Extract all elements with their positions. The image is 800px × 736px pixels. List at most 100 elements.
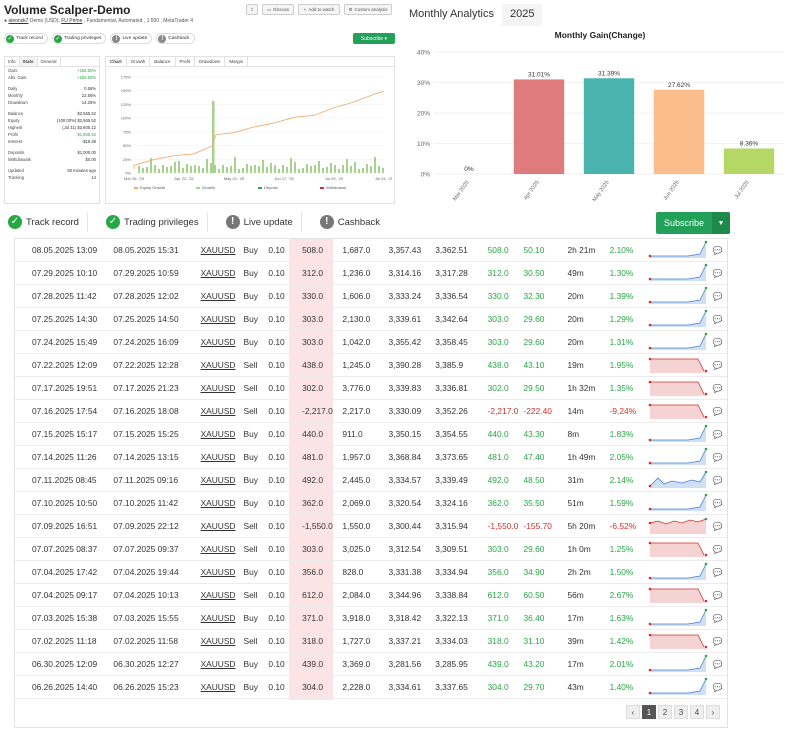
comment-icon[interactable]: 💬 [708, 261, 727, 286]
add-to-watch-button[interactable]: + Add to watch [298, 4, 340, 15]
author-link[interactable]: aleonsk7 [8, 18, 28, 24]
tab-growth[interactable]: Growth [127, 57, 151, 66]
comment-icon[interactable]: 💬 [708, 491, 727, 516]
symbol-link[interactable]: XAUUSD [200, 422, 244, 447]
table-cell: 30.50 [519, 261, 568, 286]
badge-cashback[interactable]: ! Cashback [156, 33, 195, 44]
chevron-down-icon[interactable]: ▼ [712, 212, 730, 234]
table-row[interactable]: 07.22.2025 12:09 07.22.2025 12:28 XAUUSD Se… [15, 353, 727, 378]
symbol-link[interactable]: XAUUSD [200, 353, 244, 378]
table-row[interactable]: 07.24.2025 15:49 07.24.2025 16:09 XAUUSD Bu… [15, 330, 727, 355]
tab-profit[interactable]: Profit [176, 57, 196, 66]
symbol-link[interactable]: XAUUSD [200, 376, 244, 401]
table-row[interactable]: 08.05.2025 13:09 08.05.2025 15:31 XAUUSD Bu… [15, 239, 727, 263]
discuss-button[interactable]: ▭ Discuss [262, 4, 294, 15]
comment-icon[interactable]: 💬 [708, 468, 727, 493]
symbol-link[interactable]: XAUUSD [200, 514, 244, 539]
badge-live-update[interactable]: ! Live update [110, 33, 153, 44]
comment-icon[interactable]: 💬 [708, 606, 727, 631]
next-page-button[interactable]: › [706, 705, 720, 719]
tab-stats[interactable]: Stats [19, 57, 38, 66]
table-row[interactable]: 07.09.2025 16:51 07.09.2025 22:12 XAUUSD Se… [15, 514, 727, 539]
tab-chart[interactable]: Chart [106, 57, 127, 66]
symbol-link[interactable]: XAUUSD [200, 330, 244, 355]
broker-link[interactable]: FU Prime [61, 18, 82, 24]
page-4-button[interactable]: 4 [690, 705, 704, 719]
tab-monthly-analytics[interactable]: Monthly Analytics [401, 4, 502, 26]
tab-drawdown[interactable]: Drawdown [195, 57, 226, 66]
comment-icon[interactable]: 💬 [708, 445, 727, 470]
table-row[interactable]: 07.28.2025 11:42 07.28.2025 12:02 XAUUSD Bu… [15, 284, 727, 309]
table-row[interactable]: 07.04.2025 17:42 07.04.2025 19:44 XAUUSD Bu… [15, 560, 727, 585]
table-row[interactable]: 07.03.2025 15:38 07.03.2025 15:55 XAUUSD Bu… [15, 606, 727, 631]
comment-icon[interactable]: 💬 [708, 560, 727, 585]
symbol-link[interactable]: XAUUSD [200, 399, 244, 424]
page-1-button[interactable]: 1 [642, 705, 656, 719]
comment-icon[interactable]: 💬 [708, 330, 727, 355]
tab-general[interactable]: General [38, 57, 61, 66]
comment-icon[interactable]: 💬 [708, 376, 727, 401]
symbol-link[interactable]: XAUUSD [200, 583, 244, 608]
symbol-link[interactable]: XAUUSD [200, 307, 244, 332]
table-row[interactable]: 06.30.2025 12:09 06.30.2025 12:27 XAUUSD Bu… [15, 652, 727, 677]
subscribe-button-small[interactable]: Subscribe ▾ [353, 33, 395, 44]
symbol-link[interactable]: XAUUSD [200, 629, 244, 654]
comment-icon[interactable]: 💬 [708, 422, 727, 447]
comment-icon[interactable]: 💬 [708, 629, 727, 654]
tab-balance[interactable]: Balance [150, 57, 176, 66]
symbol-link[interactable]: XAUUSD [200, 239, 244, 263]
page-2-button[interactable]: 2 [658, 705, 672, 719]
comment-icon[interactable]: 💬 [708, 307, 727, 332]
table-row[interactable]: 07.29.2025 10:10 07.29.2025 10:59 XAUUSD Bu… [15, 261, 727, 286]
prev-page-button[interactable]: ‹ [626, 705, 640, 719]
growth-bar [234, 157, 236, 173]
subscribe-button[interactable]: Subscribe ▼ [656, 212, 730, 234]
symbol-link[interactable]: XAUUSD [200, 606, 244, 631]
y-tick-label: 100% [121, 116, 132, 121]
badge-cashback-large[interactable]: ! Cashback [319, 212, 388, 232]
symbol-link[interactable]: XAUUSD [200, 491, 244, 516]
symbol-link[interactable]: XAUUSD [200, 652, 244, 677]
table-row[interactable]: 07.07.2025 08:37 07.07.2025 09:37 XAUUSD Se… [15, 537, 727, 562]
table-row[interactable]: 07.04.2025 09:17 07.04.2025 10:13 XAUUSD Se… [15, 583, 727, 608]
tab-margin[interactable]: Margin [225, 57, 249, 66]
stat-label: Abs. Gain: [8, 75, 28, 80]
table-row[interactable]: 07.15.2025 15:17 07.15.2025 15:25 XAUUSD Bu… [15, 422, 727, 447]
symbol-link[interactable]: XAUUSD [200, 537, 244, 562]
symbol-link[interactable]: XAUUSD [200, 445, 244, 470]
share-button[interactable]: ⇪ [246, 4, 258, 15]
tab-year[interactable]: 2025 [501, 4, 543, 26]
table-row[interactable]: 07.25.2025 14:30 07.25.2025 14:50 XAUUSD Bu… [15, 307, 727, 332]
page-3-button[interactable]: 3 [674, 705, 688, 719]
symbol-link[interactable]: XAUUSD [200, 261, 244, 286]
comment-icon[interactable]: 💬 [708, 239, 727, 263]
comment-icon[interactable]: 💬 [708, 583, 727, 608]
comment-icon[interactable]: 💬 [708, 652, 727, 677]
table-row[interactable]: 07.02.2025 11:18 07.02.2025 11:58 XAUUSD Se… [15, 629, 727, 654]
symbol-link[interactable]: XAUUSD [200, 468, 244, 493]
table-cell: 07.16.2025 18:08 [109, 399, 201, 424]
table-row[interactable]: 07.17.2025 19:51 07.17.2025 21:23 XAUUSD Se… [15, 376, 727, 401]
tab-info[interactable]: Info [5, 57, 20, 66]
comment-icon[interactable]: 💬 [708, 353, 727, 378]
badge-trading-privileges-large[interactable]: ✓ Trading privileges [105, 212, 208, 232]
table-row[interactable]: 07.11.2025 08:45 07.11.2025 09:16 XAUUSD Bu… [15, 468, 727, 493]
badge-track-record-large[interactable]: ✓ Track record [8, 212, 88, 232]
badge-trading-privileges[interactable]: ✓ Trading privileges [51, 33, 107, 44]
symbol-link[interactable]: XAUUSD [200, 284, 244, 309]
custom-analysis-button[interactable]: ⚙ Custom analysis [344, 4, 392, 15]
badge-live-update-large[interactable]: ! Live update [225, 212, 302, 232]
table-row[interactable]: 06.26.2025 14:40 06.26.2025 15:23 XAUUSD Bu… [15, 675, 727, 700]
comment-icon[interactable]: 💬 [708, 675, 727, 700]
comment-icon[interactable]: 💬 [708, 514, 727, 539]
table-row[interactable]: 07.14.2025 11:26 07.14.2025 13:15 XAUUSD Bu… [15, 445, 727, 470]
table-row[interactable]: 07.10.2025 10:50 07.10.2025 11:42 XAUUSD Bu… [15, 491, 727, 516]
table-cell: 3,385.9 [431, 353, 480, 378]
comment-icon[interactable]: 💬 [708, 537, 727, 562]
symbol-link[interactable]: XAUUSD [200, 560, 244, 585]
table-row[interactable]: 07.16.2025 17:54 07.16.2025 18:08 XAUUSD Se… [15, 399, 727, 424]
badge-track-record[interactable]: ✓ Track record [4, 33, 48, 44]
comment-icon[interactable]: 💬 [708, 284, 727, 309]
comment-icon[interactable]: 💬 [708, 399, 727, 424]
symbol-link[interactable]: XAUUSD [200, 675, 244, 700]
